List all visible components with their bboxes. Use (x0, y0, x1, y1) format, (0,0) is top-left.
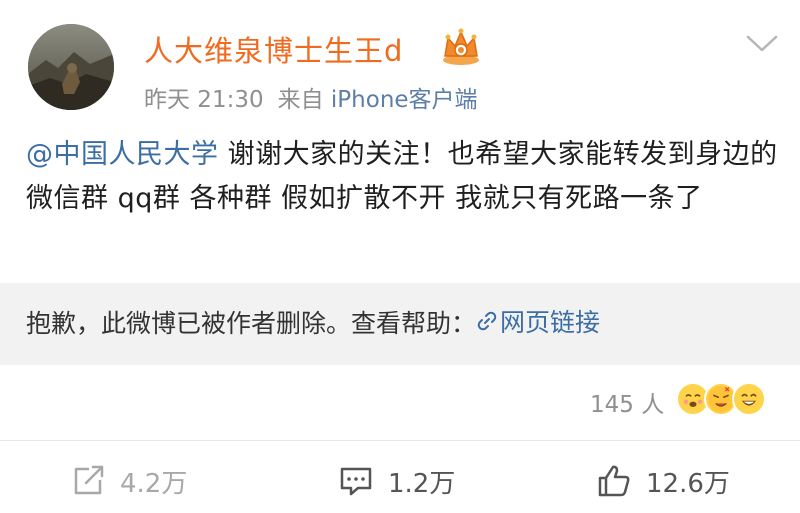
avatar-photo (28, 24, 114, 110)
source-client[interactable]: iPhone客户端 (331, 87, 478, 113)
post-text: @中国人民大学 谢谢大家的关注！也希望大家能转发到身边的微信群 qq群 各种群 … (26, 133, 786, 221)
like-count: 12.6万 (646, 468, 730, 499)
repost-button[interactable]: 4.2万 (72, 458, 187, 504)
chevron-down-icon[interactable] (745, 34, 779, 54)
comment-icon (340, 467, 372, 496)
repost-count: 4.2万 (120, 468, 188, 499)
post-time: 昨天 21:30 (144, 87, 264, 113)
post-meta: 昨天 21:30 来自 iPhone客户端 (144, 80, 478, 114)
thumbs-up-icon (598, 465, 630, 497)
web-link[interactable]: 网页链接 (476, 303, 600, 339)
comment-button[interactable]: 1.2万 (338, 458, 455, 504)
link-icon (477, 311, 497, 331)
deleted-notice: 抱歉，此微博已被作者删除。查看帮助： 网页链接 (26, 303, 600, 340)
weibo-post: 人大维泉博士生王d 昨天 21:30 来自 iPhone客户端 @中国人民大学 谢… (0, 0, 800, 513)
deleted-notice-text: 抱歉，此微博已被作者删除。查看帮助： (26, 309, 477, 338)
mention-link[interactable]: @中国人民大学 (26, 139, 219, 170)
emoji-3-icon (732, 382, 766, 416)
comment-count: 1.2万 (388, 468, 456, 499)
repost-icon (74, 465, 104, 495)
divider (0, 440, 800, 441)
deleted-repost-box: 抱歉，此微博已被作者删除。查看帮助： 网页链接 (0, 283, 800, 365)
username[interactable]: 人大维泉博士生王d (144, 28, 403, 70)
vip-crown-icon[interactable] (440, 26, 482, 66)
avatar[interactable] (28, 24, 114, 110)
source-prefix: 来自 (277, 87, 324, 113)
reaction-count[interactable]: 145 人 (590, 385, 664, 419)
web-link-label: 网页链接 (500, 308, 601, 337)
reaction-emojis[interactable] (676, 382, 776, 418)
like-button[interactable]: 12.6万 (596, 458, 730, 504)
